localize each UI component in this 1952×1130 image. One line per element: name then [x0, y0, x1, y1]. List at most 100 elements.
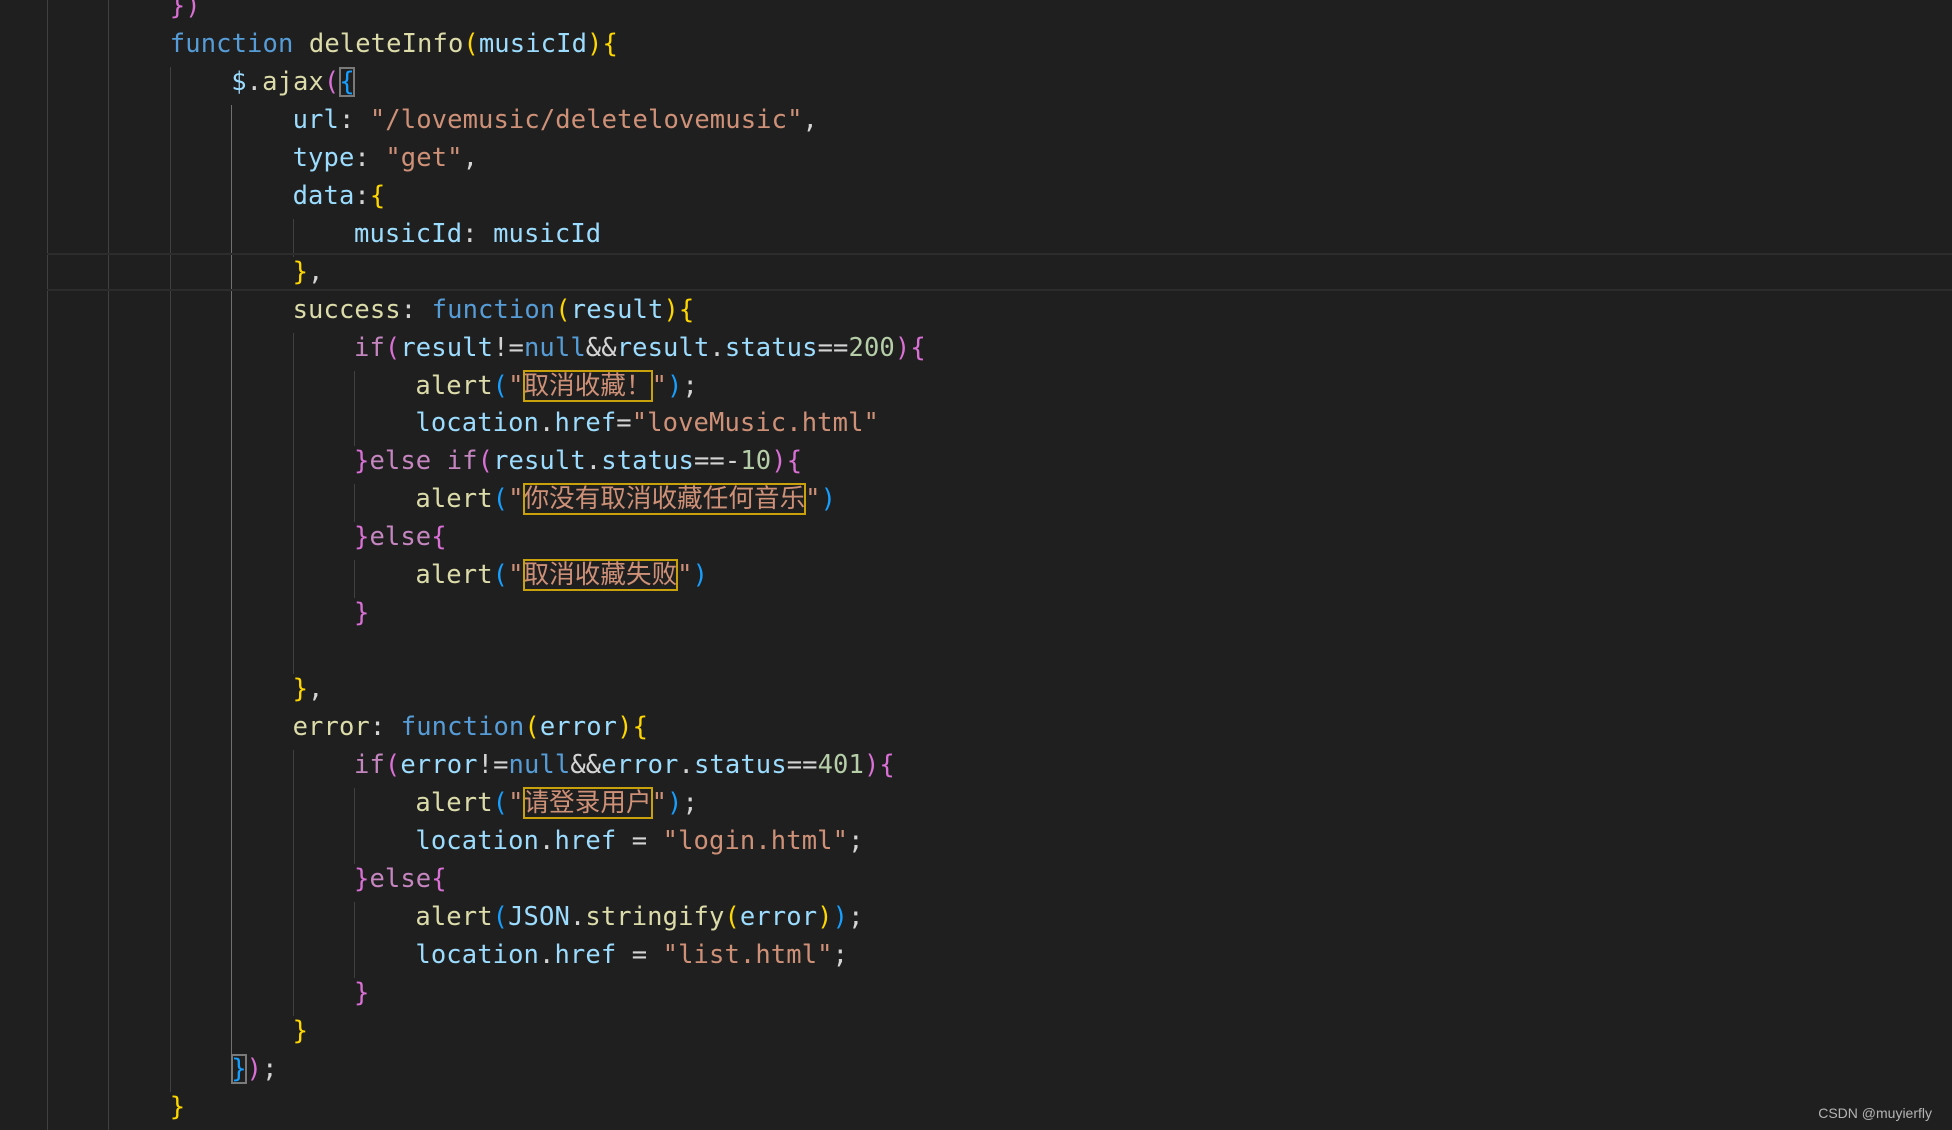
code-token: 200	[848, 332, 895, 363]
code-token: !=	[477, 750, 509, 780]
code-token: !=	[493, 332, 524, 363]
code-line[interactable]: alert("取消收藏！");	[415, 367, 698, 405]
code-line[interactable]: }	[170, 1088, 185, 1126]
code-token: }	[231, 1053, 247, 1084]
code-line[interactable]: }else if(result.status==-10){	[354, 442, 802, 480]
code-token: data	[292, 180, 355, 211]
code-line[interactable]: })	[170, 0, 201, 25]
code-editor[interactable]: }) function deleteInfo(musicId){$.ajax({u…	[0, 0, 1952, 1130]
code-token: 10	[740, 446, 772, 477]
code-token: )	[667, 787, 683, 818]
code-line[interactable]: location.href="loveMusic.html"	[415, 404, 879, 442]
code-token: &&	[585, 332, 617, 363]
code-token: alert	[415, 370, 493, 401]
code-token: 401	[817, 750, 864, 780]
code-token: "	[508, 787, 524, 818]
code-token: musicId	[493, 218, 602, 249]
current-line-highlight	[47, 253, 1952, 291]
code-token: error	[739, 901, 818, 932]
code-line[interactable]: data:{	[293, 177, 386, 215]
code-token: )	[817, 901, 833, 932]
code-token: status	[601, 446, 694, 477]
code-token: ;	[682, 370, 698, 401]
code-line[interactable]: url: "/lovemusic/deletelovemusic",	[293, 101, 818, 139]
code-line[interactable]: }	[354, 594, 369, 632]
code-token: deleteInfo	[308, 28, 464, 59]
code-token: "	[651, 787, 668, 818]
code-line[interactable]: },	[293, 670, 324, 708]
code-token: .	[678, 750, 694, 780]
code-line[interactable]: function deleteInfo(musicId){	[170, 25, 618, 63]
code-token: }	[169, 1091, 186, 1122]
code-line[interactable]: alert(JSON.stringify(error));	[415, 898, 863, 936]
indent-guide	[354, 484, 355, 523]
code-line[interactable]: });	[231, 1050, 277, 1088]
code-token: ,	[308, 674, 324, 705]
code-token: "	[677, 560, 693, 591]
code-token: ;	[848, 825, 864, 856]
code-token: 你没有取消收藏任何音乐	[522, 483, 807, 516]
code-line[interactable]: alert("取消收藏失败")	[415, 556, 708, 594]
code-line[interactable]: }	[354, 974, 369, 1012]
code-line[interactable]: success: function(result){	[293, 291, 695, 329]
code-token: ==	[817, 332, 849, 363]
indent-guide	[292, 750, 294, 1016]
code-token: (	[524, 712, 540, 743]
code-token: {	[678, 294, 695, 325]
indent-guide	[292, 218, 294, 257]
code-token: .	[709, 332, 725, 363]
code-token: else	[369, 522, 432, 553]
code-token: "list.html"	[662, 939, 833, 970]
code-token: $	[231, 66, 247, 97]
code-token: }	[292, 1015, 309, 1046]
code-token: musicId	[478, 28, 588, 59]
indent-guide	[231, 104, 233, 1054]
code-token: )	[667, 370, 683, 401]
code-line[interactable]: }	[293, 1012, 308, 1050]
code-line[interactable]: }else{	[354, 518, 447, 556]
code-token: ajax	[262, 66, 324, 97]
code-line[interactable]: location.href = "list.html";	[415, 936, 848, 974]
code-token: "	[805, 484, 821, 515]
code-token: href	[554, 825, 617, 856]
code-token: )	[587, 28, 603, 59]
indent-guide	[292, 332, 294, 675]
code-token: (	[492, 560, 509, 591]
code-token: =	[616, 825, 663, 856]
code-token: alert	[415, 560, 493, 591]
code-line[interactable]: alert("请登录用户");	[415, 784, 698, 822]
code-line[interactable]: type: "get",	[293, 139, 478, 177]
code-token: .	[539, 825, 555, 856]
code-token: href	[554, 408, 617, 439]
code-token: )	[863, 750, 880, 780]
indent-guide	[354, 787, 355, 864]
code-line[interactable]: }else{	[354, 860, 447, 898]
code-token: }	[354, 446, 370, 477]
code-line[interactable]: if(error!=null&&error.status==401){	[354, 746, 895, 784]
code-token: type	[292, 142, 355, 173]
code-token: {	[369, 180, 386, 211]
code-token: location	[415, 825, 540, 856]
code-token: error	[292, 712, 370, 743]
code-token: if	[354, 332, 385, 363]
code-line[interactable]: error: function(error){	[293, 708, 648, 746]
code-line[interactable]: },	[293, 253, 324, 291]
code-token: ;	[262, 1053, 278, 1084]
code-line[interactable]: $.ajax({	[231, 63, 355, 101]
watermark: CSDN @muyierfly	[1818, 1105, 1932, 1121]
code-token: null	[523, 332, 586, 363]
code-token: href	[554, 939, 617, 970]
code-line[interactable]: if(result!=null&&result.status==200){	[354, 329, 926, 367]
code-token: {	[632, 712, 649, 743]
code-token: result	[493, 446, 586, 477]
indent-guide	[354, 560, 355, 599]
code-token: ;	[848, 901, 864, 932]
code-line[interactable]: alert("你没有取消收藏任何音乐")	[415, 480, 836, 518]
code-token: "	[508, 370, 524, 401]
code-token: function	[400, 712, 525, 743]
indent-guide	[47, 0, 48, 1130]
code-line[interactable]: musicId: musicId	[354, 215, 601, 253]
code-token: JSON	[508, 901, 570, 932]
code-line[interactable]: location.href = "login.html";	[415, 822, 863, 860]
code-token: &&	[570, 750, 602, 780]
